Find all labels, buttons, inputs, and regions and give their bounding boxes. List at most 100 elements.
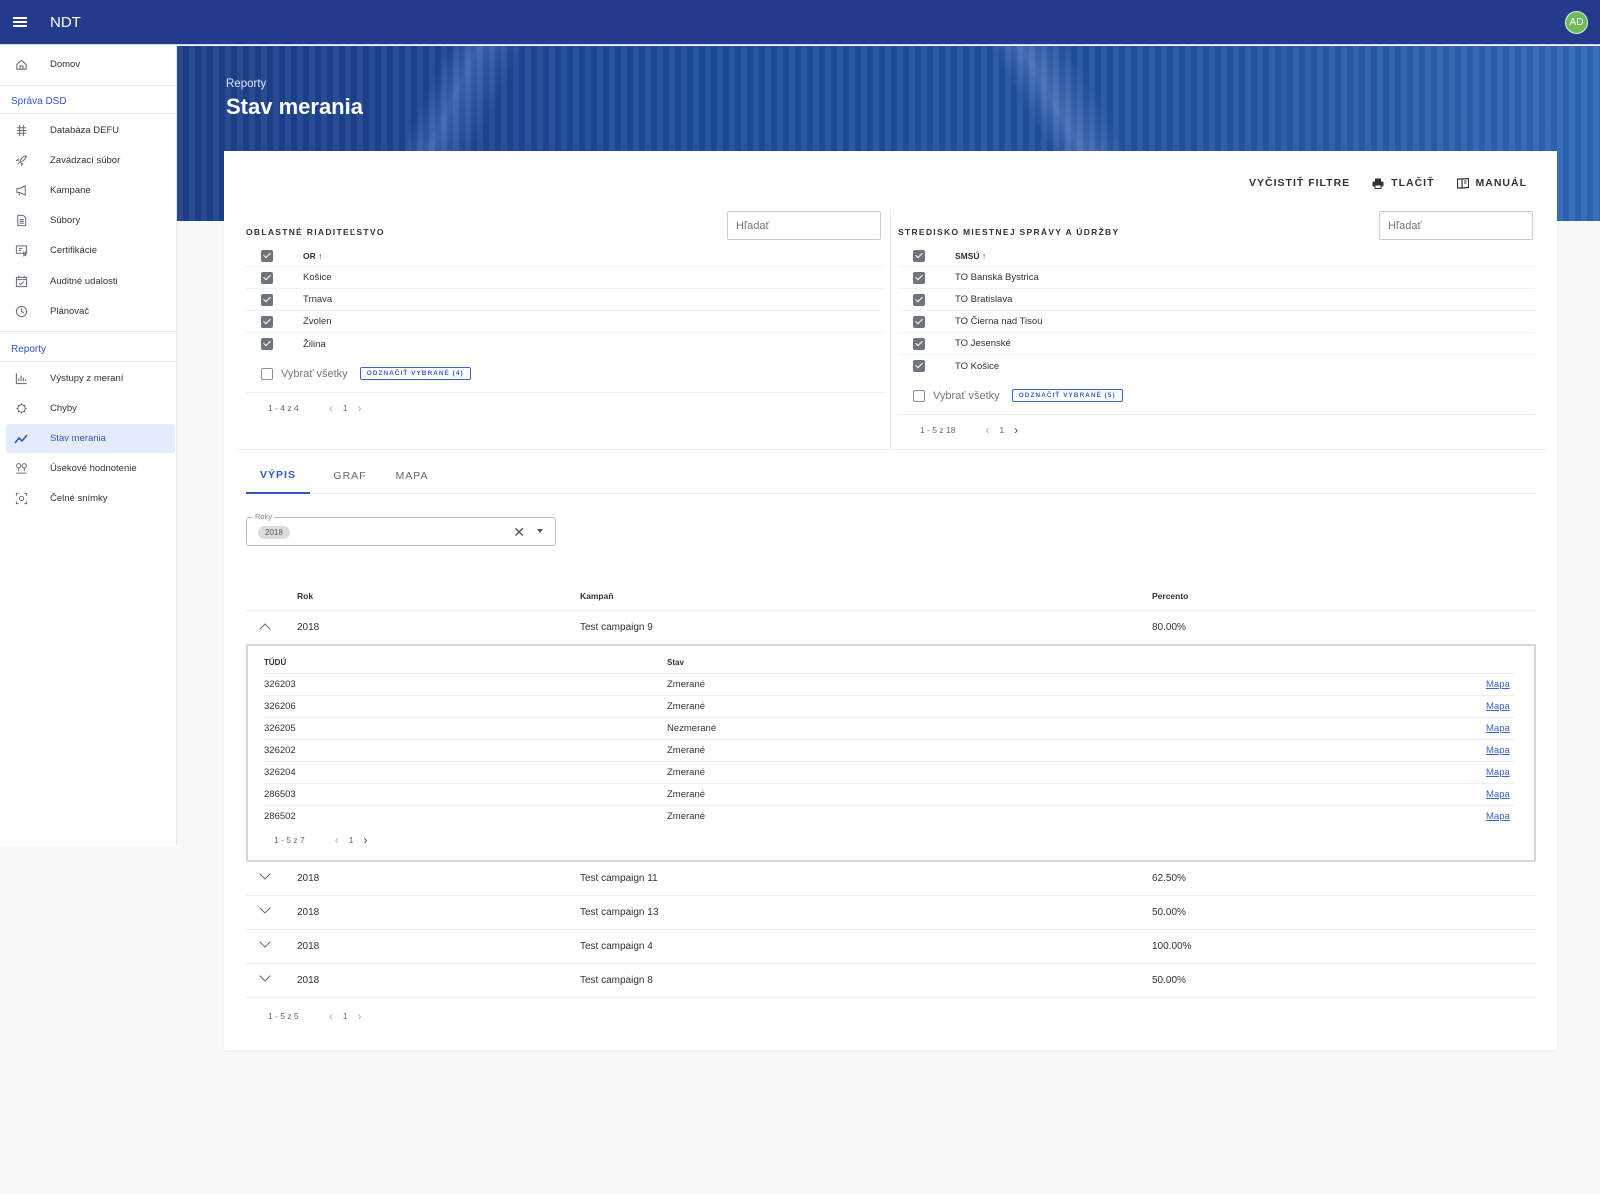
map-link[interactable]: Mapa xyxy=(1486,701,1510,712)
sidebar-item-stav-merania[interactable]: Stav merania xyxy=(6,424,175,453)
sidebar-item-kampane[interactable]: Kampane xyxy=(6,176,175,205)
checkbox[interactable] xyxy=(913,337,925,350)
select-all-label: Vybrať všetky xyxy=(281,367,348,380)
breadcrumb[interactable]: Reporty xyxy=(226,78,266,90)
column-header-smsu[interactable]: SMSÚ ↑ xyxy=(955,251,986,261)
prev-page-icon[interactable]: ‹ xyxy=(329,1009,333,1023)
app-title: NDT xyxy=(50,13,81,31)
divider xyxy=(890,209,891,449)
report-table-header: Rok Kampaň Percento xyxy=(246,591,1536,611)
list-item[interactable]: TO Bratislava xyxy=(898,289,1535,311)
sidebar-item-label: Stav merania xyxy=(50,433,106,444)
select-all-checkbox[interactable] xyxy=(913,389,925,402)
sidebar-item-certifikacie[interactable]: Certifikácie xyxy=(6,236,175,265)
column-header-year[interactable]: Rok xyxy=(297,591,313,601)
list-item[interactable]: Zvolen xyxy=(246,311,883,333)
unselect-button[interactable]: ODZNAČIŤ VYBRANÉ (4) xyxy=(359,367,471,380)
table-row[interactable]: 2018 Test campaign 4 100.00% xyxy=(246,930,1536,964)
column-header-campaign[interactable]: Kampaň xyxy=(580,591,614,601)
sidebar-item-celne-snimky[interactable]: Čelné snímky xyxy=(6,484,175,513)
next-page-icon[interactable]: › xyxy=(357,401,361,415)
column-header-percent[interactable]: Percento xyxy=(1152,591,1188,601)
list-item[interactable]: Trnava xyxy=(246,289,883,311)
chevron-down-icon[interactable] xyxy=(537,529,543,533)
table-row[interactable]: 2018 Test campaign 11 62.50% xyxy=(246,862,1536,896)
table-row[interactable]: 2018 Test campaign 9 80.00% xyxy=(246,611,1536,645)
sidebar-item-auditne-udalosti[interactable]: Auditné udalosti xyxy=(6,267,175,296)
checkbox[interactable] xyxy=(913,315,925,328)
column-header-tudu[interactable]: TÚDÚ xyxy=(264,658,286,667)
checkbox[interactable] xyxy=(913,271,925,284)
sidebar-item-label: Chyby xyxy=(50,403,77,414)
map-link[interactable]: Mapa xyxy=(1486,723,1510,734)
tab-graf[interactable]: GRAF xyxy=(318,458,382,494)
map-link[interactable]: Mapa xyxy=(1486,767,1510,778)
checkbox-all[interactable] xyxy=(261,249,273,262)
rocket-icon xyxy=(12,152,30,170)
close-icon[interactable]: ✕ xyxy=(513,524,525,541)
unselect-button[interactable]: ODZNAČIŤ VYBRANÉ (5) xyxy=(1011,389,1123,402)
sidebar-item-subory[interactable]: Súbory xyxy=(6,206,175,235)
prev-page-icon[interactable]: ‹ xyxy=(329,401,333,415)
list-item[interactable]: TO Čierna nad Tisou xyxy=(898,311,1535,333)
chevron-down-icon[interactable] xyxy=(259,936,271,948)
sidebar-item-planovac[interactable]: Plánovač xyxy=(6,297,175,326)
checkbox[interactable] xyxy=(261,315,273,328)
table-row[interactable]: 2018 Test campaign 13 50.00% xyxy=(246,896,1536,930)
sidebar-item-databaza-defu[interactable]: Databáza DEFU xyxy=(6,116,175,145)
map-link[interactable]: Mapa xyxy=(1486,679,1510,690)
sidebar: Domov Správa DSD Databáza DEFU Zavádzací… xyxy=(0,46,177,846)
sidebar-item-vystupy-z-merani[interactable]: Výstupy z meraní xyxy=(6,364,175,393)
chevron-down-icon[interactable] xyxy=(259,902,271,914)
chevron-down-icon[interactable] xyxy=(259,868,271,880)
table-row[interactable]: 2018 Test campaign 8 50.00% xyxy=(246,964,1536,998)
manual-button[interactable]: MANUÁL xyxy=(1456,177,1528,189)
table-row: 326206 Zmerané Mapa xyxy=(264,696,1514,718)
prev-page-icon[interactable]: ‹ xyxy=(335,833,339,847)
list-item[interactable]: Žilina xyxy=(246,333,883,355)
year-chip[interactable]: 2018 xyxy=(258,526,290,539)
checkbox[interactable] xyxy=(261,293,273,306)
panel-title: OBLASTNÉ RIADITEĽSTVO xyxy=(246,227,385,237)
checkbox[interactable] xyxy=(261,271,273,284)
select-all-checkbox[interactable] xyxy=(261,367,273,380)
checkbox[interactable] xyxy=(913,360,925,372)
chevron-down-icon[interactable] xyxy=(259,970,271,982)
map-link[interactable]: Mapa xyxy=(1486,745,1510,756)
map-pins-icon xyxy=(12,460,30,478)
years-select[interactable]: Roky 2018 ✕ xyxy=(246,512,556,546)
sidebar-item-home[interactable]: Domov xyxy=(6,50,175,79)
next-page-icon[interactable]: › xyxy=(357,1009,361,1023)
list-item[interactable]: TO Banská Bystrica xyxy=(898,267,1535,289)
tab-mapa[interactable]: MAPA xyxy=(380,458,444,494)
map-link[interactable]: Mapa xyxy=(1486,811,1510,822)
sidebar-item-chyby[interactable]: Chyby xyxy=(6,394,175,423)
or-search-input[interactable]: Hľadať xyxy=(727,211,881,240)
smsu-search-input[interactable]: Hľadať xyxy=(1379,211,1533,240)
column-header-or[interactable]: OR ↑ xyxy=(303,251,322,261)
next-page-icon[interactable]: › xyxy=(1014,423,1018,437)
checkbox[interactable] xyxy=(913,293,925,306)
top-app-bar: NDT AD xyxy=(0,0,1600,45)
menu-button[interactable] xyxy=(0,0,40,45)
calendar-check-icon xyxy=(12,273,30,291)
clear-filters-button[interactable]: VYČISTIŤ FILTRE xyxy=(1249,177,1350,189)
avatar[interactable]: AD xyxy=(1565,11,1588,34)
list-item[interactable]: TO Jesenské xyxy=(898,333,1535,355)
sidebar-item-usekove-hodnotenie[interactable]: Úsekové hodnotenie xyxy=(6,454,175,483)
checkbox-all[interactable] xyxy=(913,249,925,262)
prev-page-icon[interactable]: ‹ xyxy=(985,423,989,437)
list-item[interactable]: Košice xyxy=(246,267,883,289)
column-header-state[interactable]: Stav xyxy=(667,658,684,667)
map-link[interactable]: Mapa xyxy=(1486,789,1510,800)
tab-vypis[interactable]: VÝPIS xyxy=(246,458,310,494)
checkbox[interactable] xyxy=(261,338,273,350)
chevron-up-icon[interactable] xyxy=(259,623,271,635)
list-item[interactable]: TO Košice xyxy=(898,355,1535,377)
print-button[interactable]: TLAČIŤ xyxy=(1372,177,1434,189)
bar-chart-icon xyxy=(12,370,30,388)
next-page-icon[interactable]: › xyxy=(363,833,367,847)
years-label: Roky xyxy=(253,512,275,521)
sidebar-item-zavadzaci-subor[interactable]: Zavádzací súbor xyxy=(6,146,175,175)
table-row: 286502 Zmerané Mapa xyxy=(264,811,1510,822)
